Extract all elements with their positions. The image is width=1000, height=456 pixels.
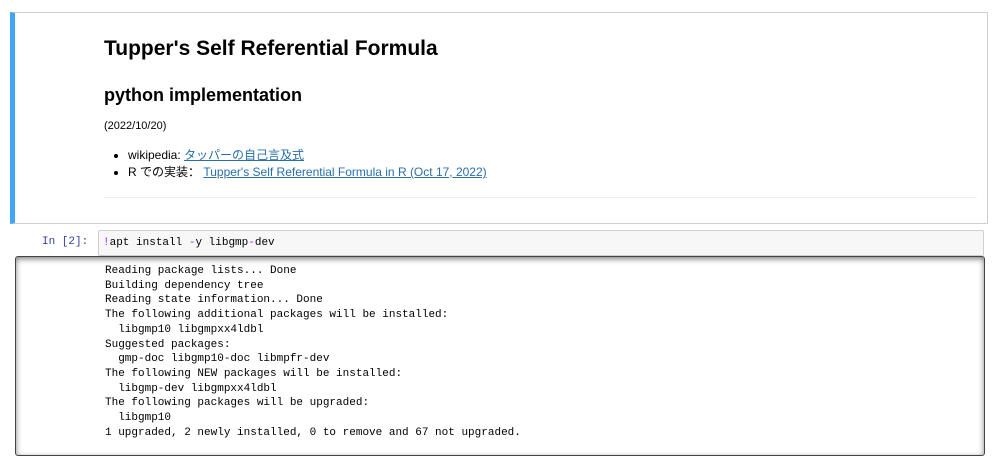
date-text: (2022/10/20) xyxy=(104,120,167,132)
output-text: Reading package lists... Done Building de… xyxy=(105,264,521,440)
code-token-bang: ! xyxy=(103,237,110,249)
output-line: Building dependency tree xyxy=(105,279,264,292)
horizontal-rule xyxy=(104,197,977,198)
notebook-subtitle: python implementation xyxy=(104,85,302,105)
list-item-wikipedia: wikipedia: タッパーの自己言及式 xyxy=(128,147,487,164)
cell-output-area[interactable]: Reading package lists... Done Building de… xyxy=(15,256,985,456)
code-token: y libgmp xyxy=(195,237,249,249)
output-line: Suggested packages: xyxy=(105,338,231,351)
code-token-operator: - xyxy=(248,237,255,249)
code-input-editor[interactable]: !apt install -y libgmp-dev xyxy=(98,230,984,256)
output-line: libgmp10 libgmpxx4ldbl xyxy=(105,323,264,336)
markdown-cell[interactable]: Tupper's Self Referential Formula python… xyxy=(10,12,988,224)
output-line: gmp-doc libgmp10-doc libmpfr-dev xyxy=(105,353,330,366)
wikipedia-link[interactable]: タッパーの自己言及式 xyxy=(184,148,304,162)
output-line: The following additional packages will b… xyxy=(105,309,449,322)
output-line: The following packages will be upgraded: xyxy=(105,397,370,410)
output-line: Reading state information... Done xyxy=(105,294,323,307)
code-token: apt install xyxy=(109,237,189,249)
output-line: 1 upgraded, 2 newly installed, 0 to remo… xyxy=(105,426,521,439)
notebook-title: Tupper's Self Referential Formula xyxy=(104,37,438,60)
list-item-r-implementation: R での実装： Tupper's Self Referential Formul… xyxy=(128,164,487,181)
output-line: The following NEW packages will be insta… xyxy=(105,367,403,380)
r-implementation-link[interactable]: Tupper's Self Referential Formula in R (… xyxy=(203,165,486,179)
output-line: libgmp10 xyxy=(105,412,172,425)
output-line: libgmp-dev libgmpxx4ldbl xyxy=(105,382,277,395)
output-line: Reading package lists... Done xyxy=(105,265,297,277)
reference-list: wikipedia: タッパーの自己言及式 R での実装： Tupper's S… xyxy=(104,147,487,181)
list-item-prefix: R での実装： xyxy=(128,165,204,179)
input-prompt: In [2]: xyxy=(42,236,89,248)
list-item-prefix: wikipedia: xyxy=(128,148,185,162)
code-token: dev xyxy=(254,237,275,249)
